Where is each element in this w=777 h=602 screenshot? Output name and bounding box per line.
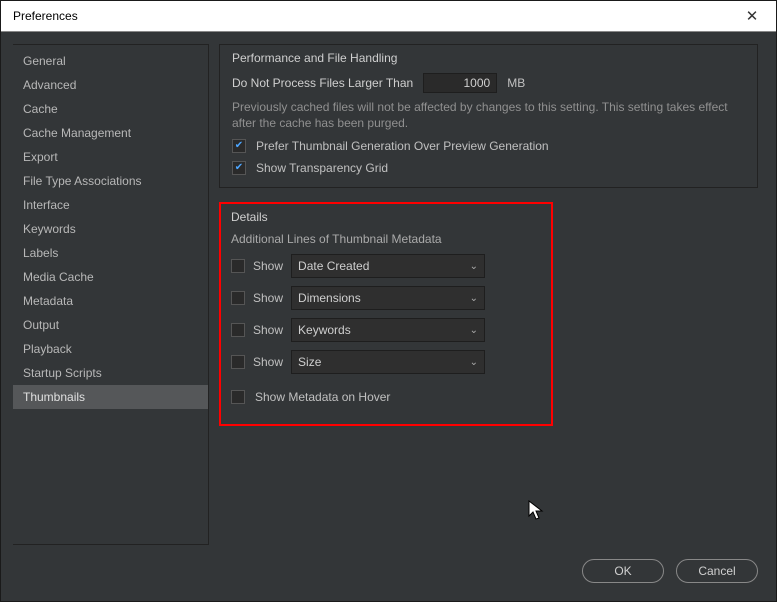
metadata-show-label: Show [253, 291, 283, 305]
file-size-limit-row: Do Not Process Files Larger Than MB [232, 73, 745, 93]
metadata-show-checkbox-4[interactable] [231, 355, 245, 369]
metadata-row-1: Show Date Created ⌄ [231, 254, 541, 278]
show-metadata-hover-label: Show Metadata on Hover [255, 390, 390, 404]
metadata-select-3[interactable]: Keywords ⌄ [291, 318, 485, 342]
show-metadata-hover-checkbox[interactable] [231, 390, 245, 404]
details-group: Details Additional Lines of Thumbnail Me… [219, 202, 553, 426]
sidebar-item-startup-scripts[interactable]: Startup Scripts [13, 361, 208, 385]
sidebar-item-thumbnails[interactable]: Thumbnails [13, 385, 208, 409]
chevron-down-icon: ⌄ [470, 293, 478, 304]
sidebar-item-cache-management[interactable]: Cache Management [13, 121, 208, 145]
sidebar-item-interface[interactable]: Interface [13, 193, 208, 217]
metadata-show-label: Show [253, 355, 283, 369]
metadata-select-2[interactable]: Dimensions ⌄ [291, 286, 485, 310]
metadata-show-checkbox-2[interactable] [231, 291, 245, 305]
sidebar-item-media-cache[interactable]: Media Cache [13, 265, 208, 289]
dialog-footer: OK Cancel [1, 545, 776, 601]
transparency-grid-row[interactable]: Show Transparency Grid [232, 161, 745, 175]
sidebar-item-labels[interactable]: Labels [13, 241, 208, 265]
performance-caption: Performance and File Handling [232, 51, 745, 65]
metadata-select-1[interactable]: Date Created ⌄ [291, 254, 485, 278]
window-title: Preferences [9, 9, 736, 23]
chevron-down-icon: ⌄ [470, 261, 478, 272]
metadata-show-checkbox-1[interactable] [231, 259, 245, 273]
metadata-show-label: Show [253, 259, 283, 273]
details-subcaption: Additional Lines of Thumbnail Metadata [231, 232, 541, 246]
sidebar-item-keywords[interactable]: Keywords [13, 217, 208, 241]
metadata-select-value-1: Date Created [298, 259, 369, 273]
sidebar-item-playback[interactable]: Playback [13, 337, 208, 361]
cache-note: Previously cached files will not be affe… [232, 99, 745, 131]
titlebar: Preferences ✕ [1, 1, 776, 32]
sidebar-item-cache[interactable]: Cache [13, 97, 208, 121]
prefer-thumb-row[interactable]: Prefer Thumbnail Generation Over Preview… [232, 139, 745, 153]
transparency-grid-label: Show Transparency Grid [256, 161, 388, 175]
metadata-row-4: Show Size ⌄ [231, 350, 541, 374]
metadata-select-value-4: Size [298, 355, 321, 369]
ok-button[interactable]: OK [582, 559, 664, 583]
prefer-thumb-label: Prefer Thumbnail Generation Over Preview… [256, 139, 549, 153]
transparency-grid-checkbox[interactable] [232, 161, 246, 175]
file-size-limit-unit: MB [507, 76, 525, 90]
settings-panel: Performance and File Handling Do Not Pro… [219, 44, 764, 545]
cancel-button[interactable]: Cancel [676, 559, 758, 583]
metadata-show-label: Show [253, 323, 283, 337]
prefer-thumb-checkbox[interactable] [232, 139, 246, 153]
dialog-body: General Advanced Cache Cache Management … [1, 32, 776, 545]
sidebar-item-advanced[interactable]: Advanced [13, 73, 208, 97]
category-sidebar: General Advanced Cache Cache Management … [13, 44, 209, 545]
sidebar-item-output[interactable]: Output [13, 313, 208, 337]
file-size-limit-input[interactable] [423, 73, 497, 93]
metadata-select-value-3: Keywords [298, 323, 351, 337]
sidebar-item-file-type-assoc[interactable]: File Type Associations [13, 169, 208, 193]
metadata-select-value-2: Dimensions [298, 291, 361, 305]
close-icon[interactable]: ✕ [736, 7, 768, 25]
sidebar-item-metadata[interactable]: Metadata [13, 289, 208, 313]
metadata-select-4[interactable]: Size ⌄ [291, 350, 485, 374]
preferences-window: Preferences ✕ General Advanced Cache Cac… [0, 0, 777, 602]
chevron-down-icon: ⌄ [470, 325, 478, 336]
sidebar-item-export[interactable]: Export [13, 145, 208, 169]
metadata-row-3: Show Keywords ⌄ [231, 318, 541, 342]
hover-row[interactable]: Show Metadata on Hover [231, 390, 541, 404]
file-size-limit-label: Do Not Process Files Larger Than [232, 76, 413, 90]
performance-group: Performance and File Handling Do Not Pro… [219, 44, 758, 188]
sidebar-item-general[interactable]: General [13, 49, 208, 73]
metadata-show-checkbox-3[interactable] [231, 323, 245, 337]
metadata-row-2: Show Dimensions ⌄ [231, 286, 541, 310]
chevron-down-icon: ⌄ [470, 357, 478, 368]
details-caption: Details [231, 210, 541, 224]
